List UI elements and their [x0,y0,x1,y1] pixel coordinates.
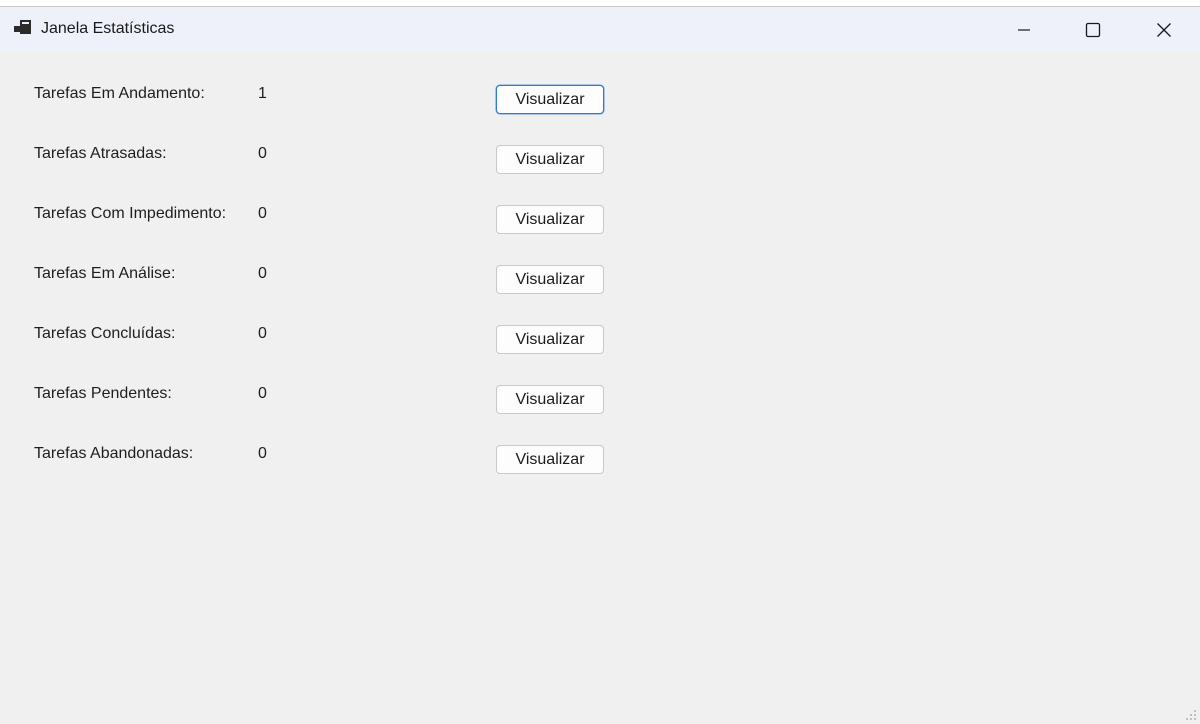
label-pendentes: Tarefas Pendentes: [34,385,172,402]
value-com-impedimento: 0 [258,205,267,222]
value-pendentes: 0 [258,385,267,402]
maximize-button[interactable] [1058,7,1128,52]
title-bar[interactable]: Janela Estatísticas [0,7,1200,52]
visualizar-em-andamento-button[interactable]: Visualizar [496,85,604,114]
visualizar-concluidas-button[interactable]: Visualizar [496,325,604,354]
label-com-impedimento: Tarefas Com Impedimento: [34,205,227,222]
resize-grip-icon[interactable] [1185,709,1197,721]
window-title: Janela Estatísticas [41,20,175,37]
close-button[interactable] [1129,7,1199,52]
value-em-andamento: 1 [258,85,267,102]
close-icon [1157,22,1171,37]
value-abandonadas: 0 [258,445,267,462]
visualizar-em-analise-button[interactable]: Visualizar [496,265,604,294]
visualizar-com-impedimento-button[interactable]: Visualizar [496,205,604,234]
value-concluidas: 0 [258,325,267,342]
value-atrasadas: 0 [258,145,267,162]
minimize-button[interactable] [989,7,1059,52]
app-window-icon [14,20,31,34]
visualizar-abandonadas-button[interactable]: Visualizar [496,445,604,474]
statistics-window: Janela Estatísticas Tarefas Em Andamento… [0,6,1200,724]
label-concluidas: Tarefas Concluídas: [34,325,176,342]
maximize-icon [1085,22,1101,37]
label-em-analise: Tarefas Em Análise: [34,265,176,282]
value-em-analise: 0 [258,265,267,282]
label-atrasadas: Tarefas Atrasadas: [34,145,167,162]
label-em-andamento: Tarefas Em Andamento: [34,85,205,102]
minimize-icon [1018,28,1030,31]
visualizar-atrasadas-button[interactable]: Visualizar [496,145,604,174]
label-abandonadas: Tarefas Abandonadas: [34,445,194,462]
visualizar-pendentes-button[interactable]: Visualizar [496,385,604,414]
